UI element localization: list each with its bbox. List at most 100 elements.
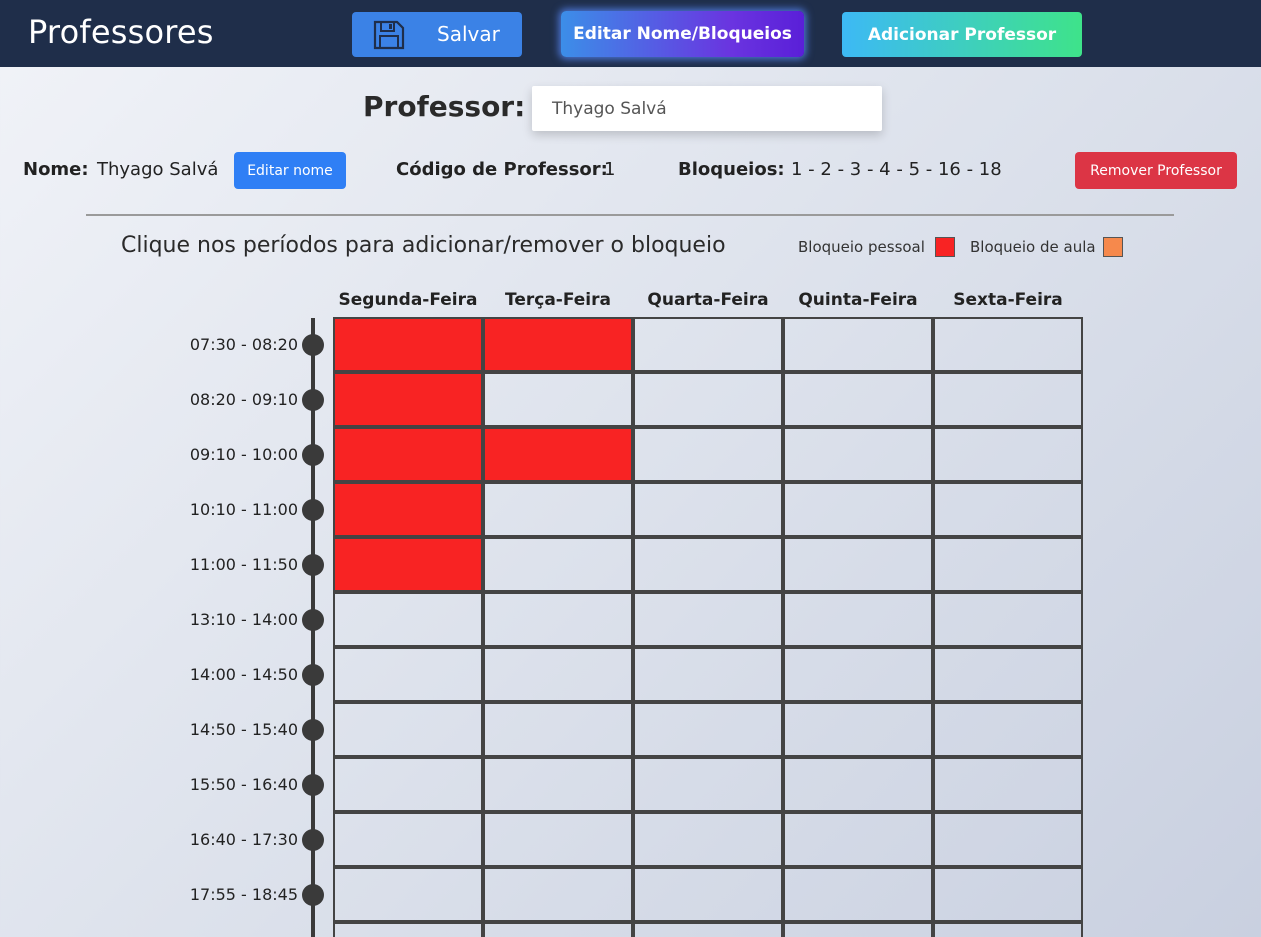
- schedule-cell[interactable]: [933, 702, 1083, 757]
- schedule-cell[interactable]: [333, 922, 483, 937]
- add-professor-button[interactable]: Adicionar Professor: [842, 12, 1082, 57]
- schedule-cell[interactable]: [633, 702, 783, 757]
- schedule-cell[interactable]: [483, 867, 633, 922]
- schedule-cell[interactable]: [333, 702, 483, 757]
- timeline-dot: [302, 773, 324, 796]
- schedule-cell[interactable]: [633, 922, 783, 937]
- schedule-cell[interactable]: [633, 427, 783, 482]
- timeline-dot: [302, 333, 324, 356]
- schedule-cell[interactable]: [483, 427, 633, 482]
- time-label: 10:10 - 11:00: [189, 499, 298, 519]
- schedule-cell[interactable]: [933, 922, 1083, 937]
- schedule-cell[interactable]: [633, 867, 783, 922]
- schedule-cell[interactable]: [933, 372, 1083, 427]
- schedule-cell[interactable]: [633, 812, 783, 867]
- schedule-cell[interactable]: [483, 647, 633, 702]
- professor-select-label: Professor:: [363, 90, 526, 123]
- schedule-cell[interactable]: [933, 482, 1083, 537]
- schedule-cell[interactable]: [783, 427, 933, 482]
- schedule-cell[interactable]: [783, 922, 933, 937]
- top-bar: Professores Salvar Editar Nome/Bloqueios…: [0, 0, 1261, 67]
- schedule-cell[interactable]: [333, 372, 483, 427]
- schedule-cell[interactable]: [633, 592, 783, 647]
- time-label: 14:50 - 15:40: [189, 719, 298, 739]
- schedule-cell[interactable]: [783, 867, 933, 922]
- remove-professor-button[interactable]: Remover Professor: [1075, 152, 1237, 189]
- legend-personal-swatch: [935, 237, 955, 257]
- blocks-value: 1 - 2 - 3 - 4 - 5 - 16 - 18: [791, 159, 1002, 180]
- schedule-cell[interactable]: [783, 647, 933, 702]
- schedule-cell[interactable]: [783, 317, 933, 372]
- timeline-dot: [302, 553, 324, 576]
- save-button-label: Salvar: [437, 22, 500, 46]
- schedule-cell[interactable]: [483, 482, 633, 537]
- schedule-cell[interactable]: [483, 812, 633, 867]
- schedule-cell[interactable]: [333, 482, 483, 537]
- name-label: Nome:: [23, 159, 89, 180]
- schedule-cell[interactable]: [333, 812, 483, 867]
- timeline-dot: [302, 498, 324, 521]
- schedule-cell[interactable]: [933, 592, 1083, 647]
- schedule-cell[interactable]: [483, 317, 633, 372]
- schedule-cell[interactable]: [783, 592, 933, 647]
- schedule-cell[interactable]: [483, 372, 633, 427]
- timeline-dot: [302, 718, 324, 741]
- schedule-cell[interactable]: [483, 537, 633, 592]
- schedule-cell[interactable]: [633, 317, 783, 372]
- schedule-cell[interactable]: [933, 537, 1083, 592]
- time-label: 15:50 - 16:40: [189, 774, 298, 794]
- day-header: Quinta-Feira: [798, 290, 918, 310]
- timeline-dot: [302, 828, 324, 851]
- timeline-dot: [302, 388, 324, 411]
- legend-class-swatch: [1103, 237, 1123, 257]
- instructions-text: Clique nos períodos para adicionar/remov…: [121, 233, 726, 258]
- time-label: 08:20 - 09:10: [189, 389, 298, 409]
- divider: [86, 214, 1174, 216]
- schedule-cell[interactable]: [933, 647, 1083, 702]
- time-label: 11:00 - 11:50: [189, 554, 298, 574]
- schedule-cell[interactable]: [633, 757, 783, 812]
- schedule-cell[interactable]: [633, 482, 783, 537]
- edit-name-blocks-button[interactable]: Editar Nome/Bloqueios: [561, 11, 804, 57]
- timeline-dot: [302, 663, 324, 686]
- schedule-cell[interactable]: [333, 867, 483, 922]
- app-title: Professores: [28, 13, 214, 51]
- professor-select[interactable]: Thyago Salvá: [532, 86, 882, 131]
- time-label: 09:10 - 10:00: [189, 444, 298, 464]
- schedule-cell[interactable]: [783, 812, 933, 867]
- schedule-cell[interactable]: [333, 757, 483, 812]
- time-label: 07:30 - 08:20: [189, 334, 298, 354]
- name-value: Thyago Salvá: [97, 159, 219, 180]
- schedule-cell[interactable]: [483, 922, 633, 937]
- schedule-cell[interactable]: [483, 757, 633, 812]
- floppy-disk-icon: [373, 20, 405, 50]
- schedule-cell[interactable]: [333, 537, 483, 592]
- schedule-cell[interactable]: [633, 647, 783, 702]
- edit-name-button[interactable]: Editar nome: [234, 152, 346, 189]
- day-header: Segunda-Feira: [338, 290, 478, 310]
- legend-class-label: Bloqueio de aula: [970, 238, 1096, 256]
- code-label: Código de Professor:: [396, 159, 608, 180]
- schedule-cell[interactable]: [783, 757, 933, 812]
- schedule-cell[interactable]: [783, 702, 933, 757]
- timeline-dot: [302, 883, 324, 906]
- schedule-cell[interactable]: [333, 317, 483, 372]
- time-label: 14:00 - 14:50: [189, 664, 298, 684]
- schedule-cell[interactable]: [333, 647, 483, 702]
- schedule-cell[interactable]: [933, 317, 1083, 372]
- schedule-cell[interactable]: [933, 757, 1083, 812]
- schedule-cell[interactable]: [483, 702, 633, 757]
- schedule-cell[interactable]: [933, 867, 1083, 922]
- schedule-cell[interactable]: [483, 592, 633, 647]
- schedule-cell[interactable]: [333, 592, 483, 647]
- schedule-cell[interactable]: [783, 537, 933, 592]
- schedule-cell[interactable]: [333, 427, 483, 482]
- schedule-cell[interactable]: [933, 427, 1083, 482]
- schedule-cell[interactable]: [633, 372, 783, 427]
- schedule-cell[interactable]: [783, 372, 933, 427]
- schedule-cell[interactable]: [783, 482, 933, 537]
- schedule-cell[interactable]: [633, 537, 783, 592]
- time-label: 16:40 - 17:30: [189, 829, 298, 849]
- save-button[interactable]: Salvar: [352, 12, 522, 57]
- schedule-cell[interactable]: [933, 812, 1083, 867]
